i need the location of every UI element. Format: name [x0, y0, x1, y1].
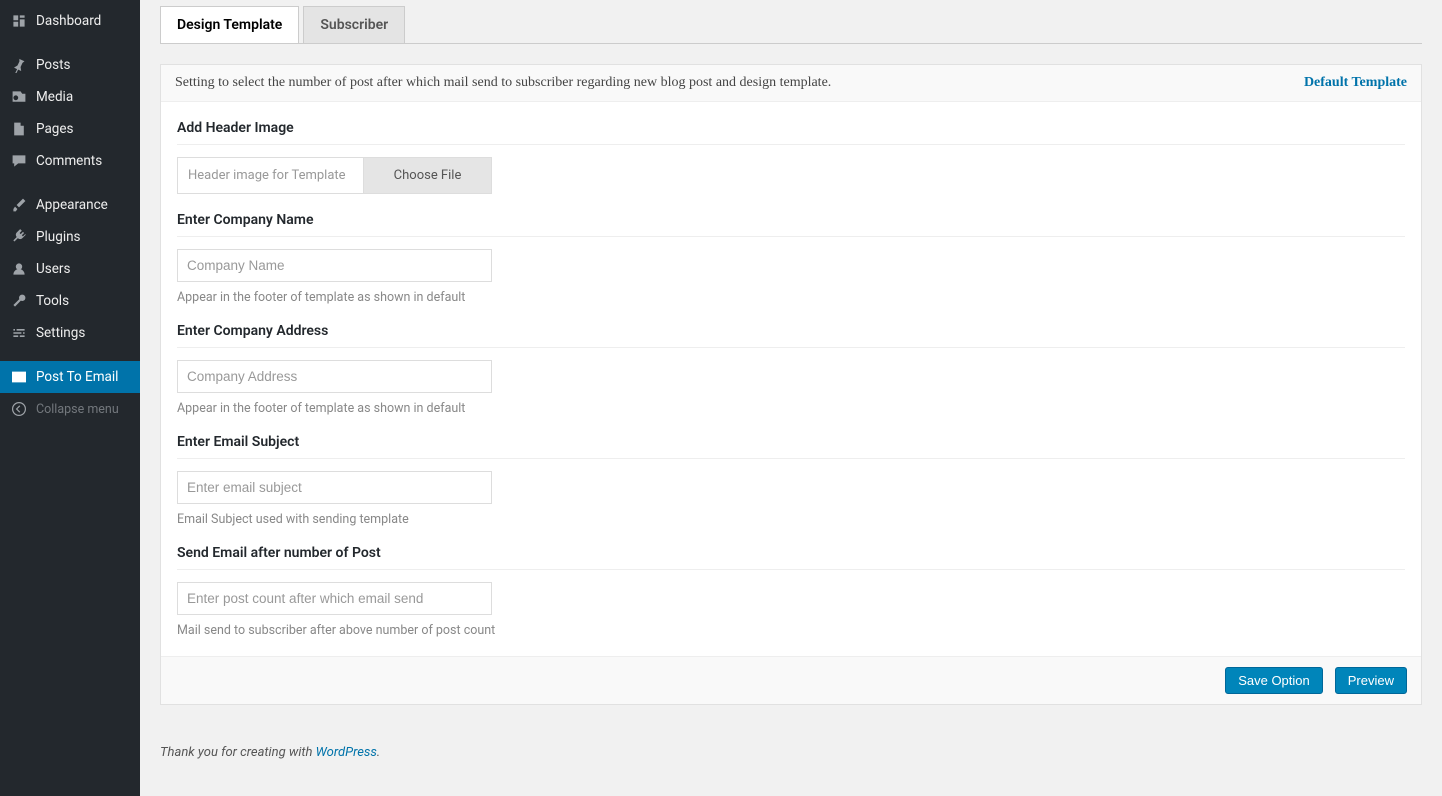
sidebar-item-collapse[interactable]: Collapse menu: [0, 393, 140, 425]
main-content: Design Template Subscriber Setting to se…: [140, 6, 1442, 780]
envelope-icon: [10, 369, 28, 385]
sidebar-item-label: Settings: [36, 325, 85, 341]
sidebar-item-comments[interactable]: Comments: [0, 145, 140, 177]
page-icon: [10, 121, 28, 137]
panel-footer: Save Option Preview: [161, 656, 1421, 704]
sidebar-item-users[interactable]: Users: [0, 253, 140, 285]
sidebar-item-label: Posts: [36, 57, 70, 73]
field-title-company-name: Enter Company Name: [177, 194, 1405, 237]
wordpress-link[interactable]: WordPress: [316, 745, 377, 760]
comment-icon: [10, 153, 28, 169]
field-title-email-subject: Enter Email Subject: [177, 416, 1405, 459]
company-name-input[interactable]: [177, 249, 492, 282]
sidebar-item-label: Collapse menu: [36, 402, 119, 417]
sidebar-item-label: Comments: [36, 153, 102, 169]
dashboard-icon: [10, 13, 28, 29]
email-subject-input[interactable]: [177, 471, 492, 504]
tab-design-template[interactable]: Design Template: [160, 6, 299, 43]
footer-suffix: .: [377, 745, 380, 760]
sidebar-item-posts[interactable]: Posts: [0, 49, 140, 81]
notice-bar: Setting to select the number of post aft…: [161, 65, 1421, 102]
pin-icon: [10, 57, 28, 73]
sidebar-item-label: Tools: [36, 293, 69, 309]
save-option-button[interactable]: Save Option: [1225, 667, 1323, 694]
settings-panel: Setting to select the number of post aft…: [160, 64, 1422, 705]
sidebar-item-plugins[interactable]: Plugins: [0, 221, 140, 253]
user-icon: [10, 261, 28, 277]
preview-button[interactable]: Preview: [1335, 667, 1407, 694]
company-address-hint: Appear in the footer of template as show…: [177, 401, 1405, 416]
media-icon: [10, 89, 28, 105]
choose-file-button[interactable]: Choose File: [363, 158, 491, 193]
panel-body: Add Header Image Header image for Templa…: [161, 102, 1421, 656]
header-image-file-row: Header image for Template Choose File: [177, 157, 492, 194]
plug-icon: [10, 229, 28, 245]
notice-text: Setting to select the number of post aft…: [175, 75, 831, 91]
default-template-link[interactable]: Default Template: [1304, 75, 1407, 91]
sidebar-item-post-to-email[interactable]: Post To Email: [0, 361, 140, 393]
sidebar-item-tools[interactable]: Tools: [0, 285, 140, 317]
footer-prefix: Thank you for creating with: [160, 745, 316, 760]
sidebar-item-settings[interactable]: Settings: [0, 317, 140, 349]
admin-sidebar: Dashboard Posts Media Pages Comments App…: [0, 0, 140, 796]
post-count-input[interactable]: [177, 582, 492, 615]
sidebar-item-dashboard[interactable]: Dashboard: [0, 5, 140, 37]
field-title-company-address: Enter Company Address: [177, 305, 1405, 348]
sidebar-item-label: Post To Email: [36, 369, 118, 385]
brush-icon: [10, 197, 28, 213]
post-count-hint: Mail send to subscriber after above numb…: [177, 623, 1405, 638]
settings-icon: [10, 325, 28, 341]
header-image-placeholder: Header image for Template: [178, 158, 363, 193]
sidebar-item-label: Media: [36, 89, 73, 105]
sidebar-item-label: Users: [36, 261, 70, 277]
sidebar-item-label: Appearance: [36, 197, 108, 213]
sidebar-item-media[interactable]: Media: [0, 81, 140, 113]
sidebar-item-label: Pages: [36, 121, 74, 137]
collapse-icon: [10, 401, 28, 417]
tabs: Design Template Subscriber: [160, 6, 1422, 44]
sidebar-item-label: Dashboard: [36, 13, 101, 29]
field-title-post-count: Send Email after number of Post: [177, 527, 1405, 570]
page-footer: Thank you for creating with WordPress.: [160, 745, 1422, 760]
sidebar-item-pages[interactable]: Pages: [0, 113, 140, 145]
sidebar-item-appearance[interactable]: Appearance: [0, 189, 140, 221]
wrench-icon: [10, 293, 28, 309]
company-address-input[interactable]: [177, 360, 492, 393]
email-subject-hint: Email Subject used with sending template: [177, 512, 1405, 527]
tab-subscriber[interactable]: Subscriber: [303, 6, 405, 43]
sidebar-item-label: Plugins: [36, 229, 81, 245]
field-title-header-image: Add Header Image: [177, 114, 1405, 145]
company-name-hint: Appear in the footer of template as show…: [177, 290, 1405, 305]
